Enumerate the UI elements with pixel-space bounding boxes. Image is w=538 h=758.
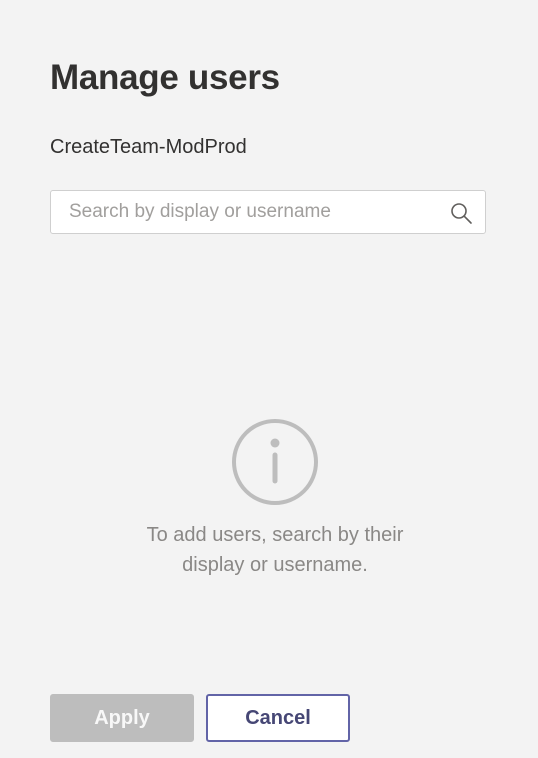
search-input[interactable]: [51, 191, 431, 233]
empty-state: To add users, search by their display or…: [0, 418, 538, 580]
info-icon: [232, 419, 318, 505]
search-box: [50, 190, 486, 234]
dialog-title: Manage users: [50, 58, 280, 97]
search-icon[interactable]: [449, 201, 473, 225]
empty-state-message: To add users, search by their display or…: [146, 524, 404, 576]
team-name: CreateTeam-ModProd: [50, 136, 247, 158]
apply-button[interactable]: Apply: [50, 694, 194, 742]
manage-users-dialog: Manage users CreateTeam-ModProd To add u…: [0, 0, 538, 758]
search-icon-graphic: [451, 203, 472, 224]
cancel-button[interactable]: Cancel: [206, 694, 350, 742]
